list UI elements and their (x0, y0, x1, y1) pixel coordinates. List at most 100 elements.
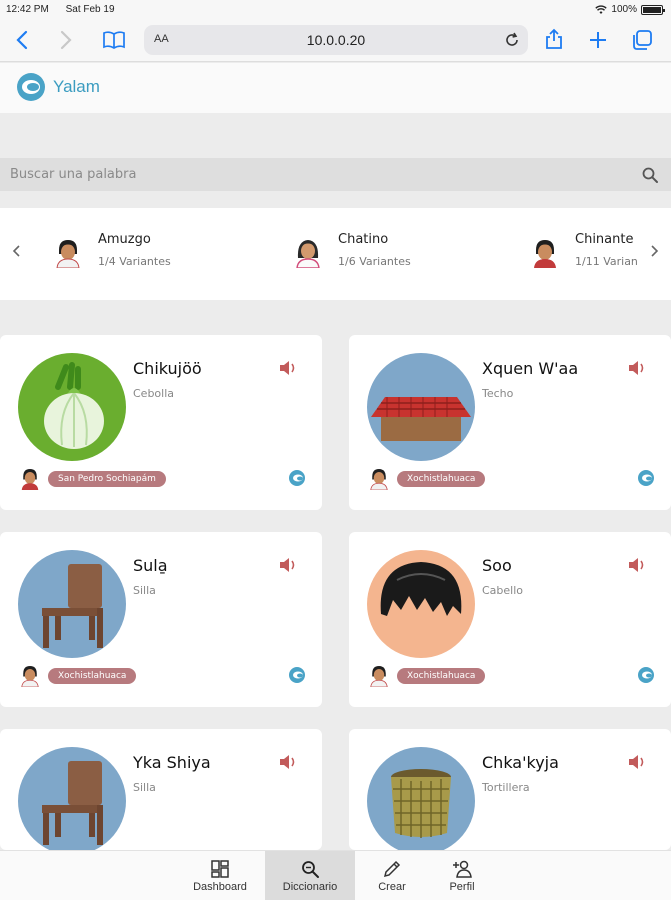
plus-icon (590, 32, 606, 48)
card-footer: San Pedro Sochiapám (18, 466, 308, 492)
nav-label: Dashboard (193, 881, 247, 893)
language-name: Chinante (575, 232, 634, 247)
nav-label: Diccionario (282, 881, 338, 893)
app-name[interactable]: Yalam (53, 77, 100, 97)
word-translation: Cabello (482, 584, 524, 597)
card-footer: Xochistlahuaca (18, 663, 308, 689)
card-footer: Xochistlahuaca (367, 663, 657, 689)
word-card[interactable]: Chikujöö Cebolla San Pedro Sochiapám (0, 335, 322, 510)
yalam-logo-icon (638, 470, 654, 486)
language-item-chinanteco[interactable]: Chinante 1/11 Varian (529, 230, 639, 280)
wifi-icon (595, 4, 608, 14)
status-bar: 12:42 PM Sat Feb 19 100% (0, 0, 671, 20)
word-translation: Silla (133, 584, 156, 597)
word-title: Sula̱ (133, 556, 168, 575)
yalam-logo-icon (289, 470, 305, 486)
pencil-icon (383, 860, 401, 878)
nav-item-perfil[interactable]: Perfil (432, 851, 492, 900)
app-header: Yalam (0, 63, 671, 113)
variant-badge[interactable]: Xochistlahuaca (48, 668, 137, 684)
word-card[interactable]: Yka Shiya Silla (0, 729, 322, 850)
tabs-icon (633, 30, 652, 50)
card-footer: Xochistlahuaca (367, 466, 657, 492)
speaker-icon[interactable] (627, 359, 647, 377)
speaker-icon[interactable] (627, 556, 647, 574)
chair-image (18, 550, 126, 658)
person-avatar-icon (370, 666, 388, 687)
basket-image (367, 747, 475, 850)
carousel-prev-button[interactable] (8, 242, 24, 263)
battery-fill (643, 6, 661, 13)
person-avatar-icon (370, 469, 388, 490)
word-card[interactable]: Chka'kyja Tortillera (349, 729, 671, 850)
word-title: Chikujöö (133, 359, 202, 378)
search-bar (0, 158, 671, 191)
search-input[interactable] (0, 158, 620, 191)
roof-image (367, 353, 475, 461)
dictionary-search-icon (302, 861, 319, 878)
nav-label: Perfil (449, 881, 475, 893)
speaker-icon[interactable] (278, 753, 298, 771)
word-translation: Silla (133, 781, 156, 794)
word-translation: Techo (482, 387, 514, 400)
language-item-amuzgo[interactable]: Amuzgo 1/4 Variantes (52, 230, 252, 280)
yalam-logo-icon (638, 667, 654, 683)
word-title: Chka'kyja (482, 753, 559, 772)
variant-badge[interactable]: San Pedro Sochiapám (48, 471, 166, 487)
book-icon (103, 31, 125, 49)
person-avatar-icon (56, 240, 80, 268)
language-item-chatino[interactable]: Chatino 1/6 Variantes (292, 230, 492, 280)
chevron-left-icon (12, 245, 20, 257)
status-date: Sat Feb 19 (65, 4, 115, 15)
word-translation: Tortillera (482, 781, 530, 794)
add-user-icon (453, 860, 472, 878)
chevron-right-icon (651, 245, 659, 257)
speaker-icon[interactable] (627, 753, 647, 771)
search-icon[interactable] (641, 166, 659, 184)
speaker-icon[interactable] (278, 556, 298, 574)
nav-item-crear[interactable]: Crear (362, 851, 422, 900)
tabs-button[interactable] (628, 26, 656, 54)
status-time: 12:42 PM (6, 4, 49, 15)
language-name: Chatino (338, 232, 389, 247)
language-name: Amuzgo (98, 232, 151, 247)
nav-item-dashboard[interactable]: Dashboard (180, 851, 260, 900)
yalam-logo-icon (289, 667, 305, 683)
yalam-logo-icon[interactable] (17, 73, 45, 101)
word-card[interactable]: Xquen W'aa Techo Xochistlahuaca (349, 335, 671, 510)
person-avatar-icon (21, 469, 39, 490)
word-card[interactable]: Sula̱ Silla Xochistlahuaca (0, 532, 322, 707)
browser-toolbar: AA 10.0.0.20 (0, 20, 671, 62)
nav-label: Crear (378, 881, 406, 893)
bookmarks-button[interactable] (100, 26, 128, 54)
back-button[interactable] (8, 26, 36, 54)
language-variants: 1/11 Varian (575, 255, 638, 268)
variant-badge[interactable]: Xochistlahuaca (397, 668, 486, 684)
bottom-navigation: Dashboard Diccionario Crear Perfil (0, 850, 671, 900)
address-bar[interactable]: AA 10.0.0.20 (144, 25, 528, 55)
person-avatar-icon (534, 240, 556, 268)
nav-item-diccionario[interactable]: Diccionario (265, 851, 355, 900)
word-title: Soo (482, 556, 512, 575)
reload-icon[interactable] (504, 29, 520, 52)
languages-carousel: Amuzgo 1/4 Variantes Chatino 1/6 Variant… (0, 208, 671, 300)
share-button[interactable] (540, 26, 568, 54)
onion-image (18, 353, 126, 461)
speaker-icon[interactable] (278, 359, 298, 377)
share-icon (546, 28, 562, 49)
person-avatar-icon (296, 240, 320, 268)
chair-image (18, 747, 126, 850)
language-variants: 1/4 Variantes (98, 255, 171, 268)
battery-icon (641, 4, 665, 15)
word-title: Xquen W'aa (482, 359, 579, 378)
new-tab-button[interactable] (584, 26, 612, 54)
url-text: 10.0.0.20 (306, 32, 366, 48)
forward-button[interactable] (52, 26, 80, 54)
variant-badge[interactable]: Xochistlahuaca (397, 471, 486, 487)
language-variants: 1/6 Variantes (338, 255, 411, 268)
hair-image (367, 550, 475, 658)
carousel-next-button[interactable] (647, 242, 663, 263)
person-avatar-icon (21, 666, 39, 687)
word-title: Yka Shiya (133, 753, 211, 772)
word-card[interactable]: Soo Cabello Xochistlahuaca (349, 532, 671, 707)
